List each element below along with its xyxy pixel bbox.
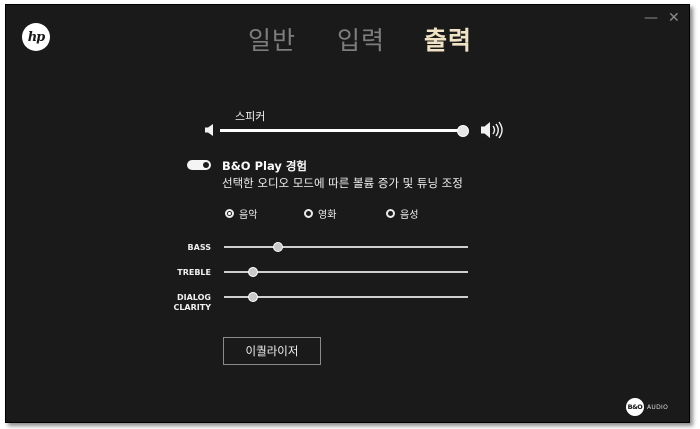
- speaker-volume-fill: [220, 129, 463, 132]
- tab-input[interactable]: 입력: [337, 25, 385, 57]
- dialog-clarity-label-line1: DIALOG: [177, 293, 211, 302]
- app-window: hp — ✕ 일반 입력 출력 스피커 B&O Play 경험 선택한 오디오 …: [5, 4, 690, 423]
- toggle-knob: [203, 162, 209, 168]
- speaker-mute-icon: [205, 124, 213, 136]
- audio-mode-group: 음악 영화 음성: [6, 206, 689, 222]
- radio-movie[interactable]: 영화: [304, 206, 336, 221]
- treble-slider-thumb[interactable]: [248, 267, 259, 277]
- equalizer-button[interactable]: 이퀄라이저: [223, 337, 321, 365]
- radio-music-indicator: [225, 209, 234, 218]
- dialog-clarity-label-line2: CLARITY: [173, 303, 211, 312]
- radio-movie-label: 영화: [318, 210, 337, 221]
- tab-bar: 일반 입력 출력: [6, 25, 689, 61]
- speaker-volume-slider[interactable]: [220, 124, 469, 137]
- radio-voice[interactable]: 음성: [386, 206, 418, 221]
- bo-play-description: 선택한 오디오 모드에 따른 볼륨 증가 및 튜닝 조정: [222, 176, 463, 190]
- minimize-button[interactable]: —: [644, 11, 658, 25]
- speaker-loud-icon: [481, 121, 503, 139]
- treble-label: TREBLE: [177, 268, 211, 277]
- bo-play-toggle[interactable]: [187, 160, 211, 170]
- close-button[interactable]: ✕: [668, 11, 680, 25]
- dialog-clarity-slider[interactable]: [224, 292, 468, 302]
- radio-voice-indicator: [386, 209, 395, 218]
- bo-play-title: B&O Play 경험: [222, 159, 308, 173]
- dialog-clarity-slider-thumb[interactable]: [248, 292, 259, 302]
- dialog-clarity-label: DIALOG CLARITY: [151, 293, 211, 313]
- radio-music[interactable]: 음악: [225, 206, 257, 221]
- speaker-label: 스피커: [235, 110, 266, 123]
- tab-output[interactable]: 출력: [424, 25, 472, 57]
- bo-audio-label: AUDIO: [647, 404, 669, 411]
- bo-logo: B&O: [626, 398, 644, 416]
- radio-voice-label: 음성: [400, 210, 419, 221]
- speaker-volume-thumb[interactable]: [457, 124, 469, 137]
- bass-label: BASS: [187, 243, 211, 252]
- tab-general[interactable]: 일반: [248, 25, 296, 57]
- radio-movie-indicator: [304, 209, 313, 218]
- bass-slider-thumb[interactable]: [272, 242, 283, 252]
- radio-music-label: 음악: [239, 210, 258, 221]
- treble-slider[interactable]: [224, 267, 468, 277]
- bass-slider[interactable]: [224, 242, 468, 252]
